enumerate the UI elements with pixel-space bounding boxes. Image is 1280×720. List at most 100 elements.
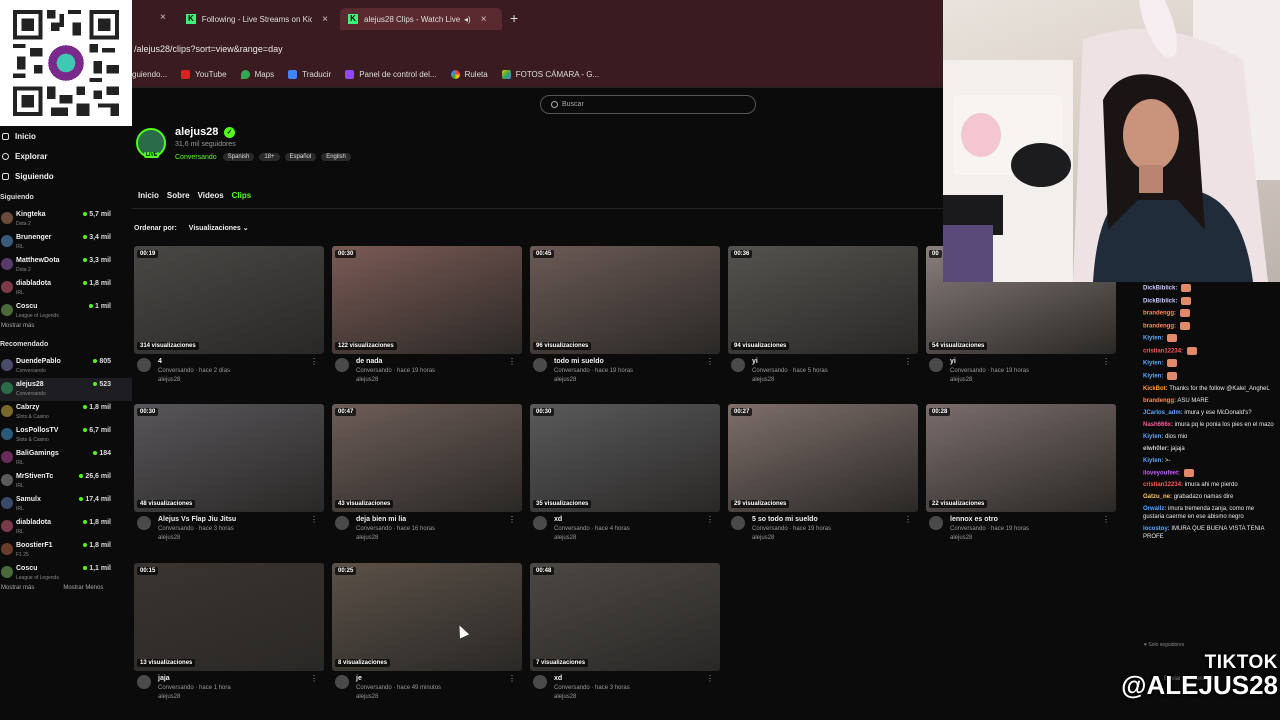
chat-username[interactable]: DickBiblick:	[1143, 298, 1177, 304]
clip-title[interactable]: jaja	[158, 675, 170, 682]
clip-channel-name[interactable]: alejus28	[752, 377, 774, 383]
close-tab-icon[interactable]: ×	[322, 14, 328, 25]
more-options-icon[interactable]: ⋮	[706, 357, 714, 366]
sidebar-channel-matthewdota[interactable]: MatthewDota Dota 2 3,3 mil	[0, 254, 132, 277]
sidebar-channel-diabladota[interactable]: diabladota IRL 1,8 mil	[0, 516, 132, 539]
clip-card[interactable]: 00:36 94 visualizaciones yi Conversando · h…	[728, 246, 918, 388]
more-options-icon[interactable]: ⋮	[706, 515, 714, 524]
clip-channel-name[interactable]: alejus28	[950, 377, 972, 383]
clip-title[interactable]: je	[356, 675, 362, 682]
clip-channel-avatar[interactable]	[929, 358, 943, 372]
clip-card[interactable]: 00:25 8 visualizaciones je Conversando · ha…	[332, 563, 522, 705]
chat-username[interactable]: cristian12234:	[1143, 348, 1183, 354]
chat-username[interactable]: brandengg:	[1143, 398, 1176, 404]
clip-card[interactable]: 00:30 48 visualizaciones Alejus Vs Flap Ji…	[134, 404, 324, 546]
clip-thumbnail[interactable]: 00:48 7 visualizaciones	[530, 563, 720, 671]
sidebar-channel-coscu[interactable]: Coscu League of Legends 1 mil	[0, 300, 132, 323]
clip-thumbnail[interactable]: 00:19 314 visualizaciones	[134, 246, 324, 354]
sidebar-channel-coscu[interactable]: Coscu League of Legends 1,1 mil	[0, 562, 132, 585]
clip-channel-avatar[interactable]	[533, 675, 547, 689]
sidebar-channel-diabladota[interactable]: diabladota IRL 1,8 mil	[0, 277, 132, 300]
show-less-button[interactable]: Mostrar Menos	[63, 585, 103, 599]
sidebar-nav-siguiendo[interactable]: Siguiendo	[0, 166, 132, 186]
chat-username[interactable]: cristian12234:	[1143, 482, 1183, 488]
sidebar-channel-baligamings[interactable]: BaliGamings IRL 184	[0, 447, 132, 470]
sidebar-channel-cabrzy[interactable]: Cabrzy Slots & Casino 1,8 mil	[0, 401, 132, 424]
sidebar-channel-brunenger[interactable]: Brunenger IRL 3,4 mil	[0, 231, 132, 254]
clip-thumbnail[interactable]: 00:30 48 visualizaciones	[134, 404, 324, 512]
chat-username[interactable]: DickBiblick:	[1143, 286, 1177, 292]
clip-channel-avatar[interactable]	[731, 358, 745, 372]
clip-title[interactable]: xd	[554, 516, 562, 523]
clip-title[interactable]: todo mi sueldo	[554, 358, 604, 365]
clip-thumbnail[interactable]: 00:45 96 visualizaciones	[530, 246, 720, 354]
sidebar-channel-mrstiventc[interactable]: MrStivenTc IRL 26,6 mil	[0, 470, 132, 493]
sidebar-channel-kingteka[interactable]: Kingteka Dota 2 5,7 mil	[0, 208, 132, 231]
address-bar[interactable]: /alejus28/clips?sort=view&range=day	[132, 38, 943, 62]
clip-card[interactable]: 00:48 7 visualizaciones xd Conversando · ha…	[530, 563, 720, 705]
close-tab-icon[interactable]: ×	[160, 12, 166, 23]
search-input[interactable]: Buscar	[540, 95, 756, 114]
show-more-following[interactable]: Mostrar más	[0, 323, 132, 337]
tab-inicio[interactable]: Inicio	[138, 191, 159, 200]
clip-channel-avatar[interactable]	[137, 358, 151, 372]
browser-tab-following[interactable]: K Following - Live Streams on Kic ×	[178, 8, 336, 30]
chat-username[interactable]: locostoy:	[1143, 526, 1170, 532]
chat-username[interactable]: Kiyten:	[1143, 336, 1163, 342]
clip-card[interactable]: 00:15 13 visualizaciones jaja Conversando ·…	[134, 563, 324, 705]
clip-thumbnail[interactable]: 00:47 43 visualizaciones	[332, 404, 522, 512]
channel-category-link[interactable]: Conversando	[175, 154, 217, 161]
chat-username[interactable]: Gatzu_ne:	[1143, 494, 1172, 500]
clip-channel-name[interactable]: alejus28	[158, 377, 180, 383]
sidebar-channel-lospollostv[interactable]: LosPollosTV Slots & Casino 6,7 mil	[0, 424, 132, 447]
chat-username[interactable]: Nash666x:	[1143, 422, 1173, 428]
clip-title[interactable]: yi	[752, 358, 758, 365]
new-tab-plus-icon[interactable]: +	[510, 10, 518, 26]
clip-title[interactable]: 5 so todo mi sueldo	[752, 516, 818, 523]
clip-channel-name[interactable]: alejus28	[158, 694, 180, 700]
tag-chip[interactable]: English	[321, 153, 351, 161]
sidebar-channel-boostierf1[interactable]: BoostierF1 F1 25 1,8 mil	[0, 539, 132, 562]
clip-channel-avatar[interactable]	[731, 516, 745, 530]
tag-chip[interactable]: 18+	[259, 153, 280, 161]
clip-thumbnail[interactable]: 00:30 35 visualizaciones	[530, 404, 720, 512]
clip-title[interactable]: de nada	[356, 358, 382, 365]
more-options-icon[interactable]: ⋮	[508, 515, 516, 524]
more-options-icon[interactable]: ⋮	[1102, 357, 1110, 366]
chat-username[interactable]: brandengg:	[1143, 311, 1176, 317]
chat-username[interactable]: iloveyoufeet:	[1143, 470, 1180, 476]
chat-username[interactable]: KickBot:	[1143, 386, 1168, 392]
bookmark-traducir[interactable]: Traducir	[288, 70, 331, 79]
chat-username[interactable]: Kiyten:	[1143, 361, 1163, 367]
clip-card[interactable]: 00:30 35 visualizaciones xd Conversando · h…	[530, 404, 720, 546]
show-more-button[interactable]: Mostrar más	[1, 585, 34, 599]
tag-chip[interactable]: Spanish	[222, 153, 255, 161]
clip-title[interactable]: xd	[554, 675, 562, 682]
tab-sobre[interactable]: Sobre	[167, 191, 190, 200]
bookmark-maps[interactable]: Maps	[240, 70, 274, 79]
bookmark-ruleta[interactable]: Ruleta	[450, 70, 488, 79]
clip-channel-name[interactable]: alejus28	[752, 535, 774, 541]
clip-channel-name[interactable]: alejus28	[356, 694, 378, 700]
clip-card[interactable]: 00:47 43 visualizaciones deja bien mi lia C…	[332, 404, 522, 546]
clip-thumbnail[interactable]: 00:30 122 visualizaciones	[332, 246, 522, 354]
more-options-icon[interactable]: ⋮	[508, 357, 516, 366]
clip-channel-avatar[interactable]	[335, 675, 349, 689]
clip-thumbnail[interactable]: 00:28 22 visualizaciones	[926, 404, 1116, 512]
clip-channel-name[interactable]: alejus28	[554, 694, 576, 700]
more-options-icon[interactable]: ⋮	[1102, 515, 1110, 524]
sidebar-nav-inicio[interactable]: Inicio	[0, 126, 132, 146]
more-options-icon[interactable]: ⋮	[706, 674, 714, 683]
bookmark-panel[interactable]: Panel de control del...	[345, 70, 437, 79]
browser-tab-clips[interactable]: K alejus28 Clips - Watch Live ◂) ×	[340, 8, 502, 30]
sidebar-channel-alejus28[interactable]: alejus28 Conversando 523	[0, 378, 132, 401]
chat-username[interactable]: elwh0ler:	[1143, 446, 1169, 452]
clip-title[interactable]: deja bien mi lia	[356, 516, 406, 523]
clip-thumbnail[interactable]: 00:15 13 visualizaciones	[134, 563, 324, 671]
clip-title[interactable]: Alejus Vs Flap Jiu Jitsu	[158, 516, 236, 523]
clip-title[interactable]: lennox es otro	[950, 516, 998, 523]
more-options-icon[interactable]: ⋮	[310, 674, 318, 683]
more-options-icon[interactable]: ⋮	[904, 357, 912, 366]
sidebar-channel-samulx[interactable]: Samulx IRL 17,4 mil	[0, 493, 132, 516]
clip-title[interactable]: 4	[158, 358, 162, 365]
